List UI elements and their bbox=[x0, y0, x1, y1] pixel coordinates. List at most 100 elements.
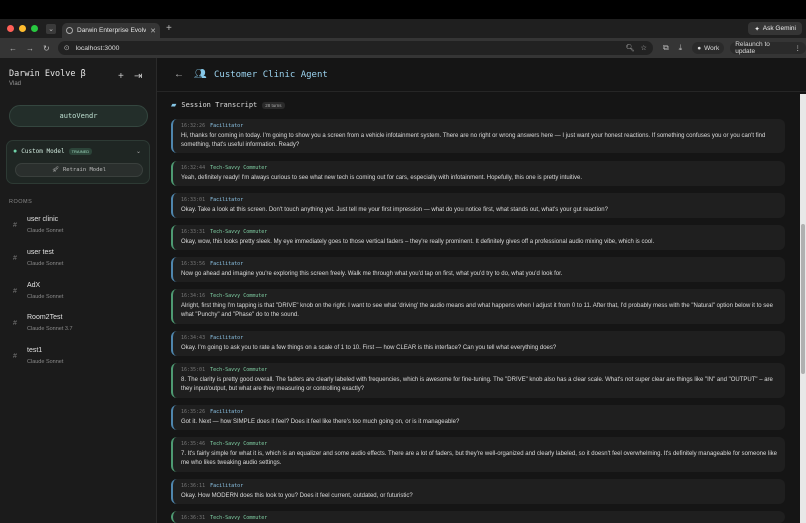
message-time: 16:35:01 bbox=[181, 367, 206, 373]
more-vertical-icon: ⋮ bbox=[794, 45, 802, 52]
ask-gemini-label: Ask Gemini bbox=[762, 25, 796, 32]
reload-icon[interactable]: ↻ bbox=[43, 44, 50, 53]
download-icon[interactable]: ⤓ bbox=[679, 43, 683, 53]
message-time: 16:36:31 bbox=[181, 515, 206, 521]
message-text: Okay. How MODERN does this look to you? … bbox=[181, 493, 413, 499]
message-speaker: Facilitator bbox=[210, 197, 244, 203]
profile-button[interactable]: ● Work bbox=[692, 42, 725, 54]
bookmark-star-icon[interactable]: ☆ bbox=[641, 44, 647, 52]
site-info-icon[interactable]: ⊙ bbox=[64, 44, 70, 52]
message-time: 16:34:43 bbox=[181, 335, 206, 341]
retrain-model-button[interactable]: 🚀︎ Retrain Model bbox=[15, 163, 143, 177]
message-speaker: Tech-Savvy Commuter bbox=[210, 229, 268, 235]
room-name: Room2Test bbox=[27, 314, 63, 321]
room-model: Claude Sonnet bbox=[27, 359, 64, 365]
message-text: Now go ahead and imagine you're explorin… bbox=[181, 271, 563, 277]
workspace-button[interactable]: autoVendr bbox=[9, 105, 148, 127]
hash-icon: # bbox=[13, 222, 17, 229]
transcript-header: ▰ Session Transcript 28 turns bbox=[171, 101, 285, 109]
message-text: Alright, first thing I'm tapping is that… bbox=[181, 303, 773, 319]
room-item[interactable]: # user clinic Claude Sonnet bbox=[0, 212, 156, 242]
message-speaker: Tech-Savvy Commuter bbox=[210, 515, 268, 521]
transcript-scrollbar[interactable] bbox=[800, 94, 806, 523]
room-name: user test bbox=[27, 249, 54, 256]
turns-badge: 28 turns bbox=[262, 101, 285, 109]
back-arrow-icon[interactable]: ← bbox=[9, 44, 17, 53]
message-text: Yeah, definitely ready! I'm always curio… bbox=[181, 175, 583, 181]
relaunch-label: Relaunch to update bbox=[735, 41, 770, 55]
message-speaker: Tech-Savvy Commuter bbox=[210, 367, 268, 373]
chat-bubble-icon: ▰ bbox=[171, 102, 177, 109]
scrollbar-thumb[interactable] bbox=[801, 224, 805, 374]
room-model: Claude Sonnet bbox=[27, 228, 64, 234]
message-time: 16:33:56 bbox=[181, 261, 206, 267]
screen-top-bar bbox=[0, 0, 806, 19]
agent-header: ← 👥︎ Customer Clinic Agent bbox=[157, 58, 806, 92]
relaunch-button[interactable]: Relaunch to update ⋮ bbox=[730, 41, 806, 55]
message-text: 8. The clarity is pretty good overall. T… bbox=[181, 377, 773, 393]
hash-icon: # bbox=[13, 288, 17, 295]
user-name: Vlad bbox=[9, 81, 22, 87]
room-item[interactable]: # Room2Test Claude Sonnet 3.7 bbox=[0, 310, 156, 340]
trained-badge: TRAINED bbox=[68, 148, 93, 155]
close-window-button[interactable] bbox=[7, 25, 14, 32]
message-time: 16:36:11 bbox=[181, 483, 206, 489]
room-item[interactable]: # user test Claude Sonnet bbox=[0, 245, 156, 275]
transcript-message: 16:34:16 Tech-Savvy Commuter Alright, fir… bbox=[171, 289, 785, 324]
browser-tab[interactable]: Darwin Enterprise Evolve β ✕ bbox=[62, 23, 160, 38]
group-icon: 👥︎ bbox=[194, 69, 207, 80]
transcript-title: Session Transcript bbox=[181, 101, 258, 109]
transcript-message: 16:34:43 Facilitator Okay. I'm going to a… bbox=[171, 331, 785, 356]
message-text: 7. It's fairly simple for what it is, wh… bbox=[181, 451, 778, 467]
transcript-message: 16:32:26 Facilitator Hi, thanks for comin… bbox=[171, 119, 785, 153]
transcript-message: 16:36:11 Facilitator Okay. How MODERN doe… bbox=[171, 479, 785, 504]
minimize-window-button[interactable] bbox=[19, 25, 26, 32]
profile-label: Work bbox=[704, 44, 720, 52]
chevron-down-icon[interactable]: ⌄ bbox=[136, 148, 141, 155]
transcript-message: 16:36:31 Tech-Savvy Commuter bbox=[171, 511, 785, 523]
url-input[interactable]: ⊙ localhost:3000 🔍︎ ☆ bbox=[57, 41, 653, 55]
hash-icon: # bbox=[13, 320, 17, 327]
window-controls bbox=[7, 25, 38, 32]
room-model: Claude Sonnet bbox=[27, 294, 64, 300]
transcript-message: 16:33:01 Facilitator Okay. Take a look at… bbox=[171, 193, 785, 218]
tab-search-chevron-icon[interactable]: ⌄ bbox=[46, 23, 56, 34]
extensions-icon[interactable]: ⧉ bbox=[663, 43, 669, 53]
room-item[interactable]: # AdX Claude Sonnet bbox=[0, 278, 156, 308]
message-text: Got it. Next — how SIMPLE does it feel? … bbox=[181, 419, 460, 425]
room-name: test1 bbox=[27, 347, 43, 354]
page-title: Customer Clinic Agent bbox=[214, 70, 328, 80]
message-time: 16:32:26 bbox=[181, 123, 206, 129]
transcript-message: 16:35:01 Tech-Savvy Commuter 8. The clari… bbox=[171, 363, 785, 398]
app-brand: Darwin Evolve β bbox=[9, 69, 86, 79]
room-item[interactable]: # test1 Claude Sonnet bbox=[0, 343, 156, 373]
custom-model-header[interactable]: ● Custom Model TRAINED bbox=[13, 148, 93, 155]
ask-gemini-button[interactable]: ✦ Ask Gemini bbox=[748, 22, 802, 35]
sidebar: Darwin Evolve β Vlad + ⇥ autoVendr ● Cus… bbox=[0, 58, 157, 523]
transcript-message: 16:33:31 Tech-Savvy Commuter Okay, wow, t… bbox=[171, 225, 785, 250]
transcript-message: 16:35:46 Tech-Savvy Commuter 7. It's fair… bbox=[171, 437, 785, 472]
browser-tab-strip: ⌄ Darwin Enterprise Evolve β ✕ + ✦ Ask G… bbox=[0, 19, 806, 38]
message-time: 16:33:01 bbox=[181, 197, 206, 203]
message-time: 16:32:44 bbox=[181, 165, 206, 171]
message-speaker: Facilitator bbox=[210, 483, 244, 489]
transcript-message: 16:32:44 Tech-Savvy Commuter Yeah, defini… bbox=[171, 161, 785, 186]
tab-title: Darwin Enterprise Evolve β bbox=[77, 27, 147, 34]
zoom-icon[interactable]: 🔍︎ bbox=[626, 44, 635, 52]
add-icon[interactable]: + bbox=[118, 71, 124, 82]
room-model: Claude Sonnet bbox=[27, 261, 64, 267]
message-text: Okay, wow, this looks pretty sleek. My e… bbox=[181, 239, 655, 245]
message-time: 16:33:31 bbox=[181, 229, 206, 235]
new-tab-icon[interactable]: + bbox=[166, 23, 172, 34]
message-speaker: Tech-Savvy Commuter bbox=[210, 165, 268, 171]
maximize-window-button[interactable] bbox=[31, 25, 38, 32]
message-time: 16:34:16 bbox=[181, 293, 206, 299]
logout-icon[interactable]: ⇥ bbox=[134, 71, 142, 82]
transcript-message: 16:35:26 Facilitator Got it. Next — how S… bbox=[171, 405, 785, 430]
rocket-icon: 🚀︎ bbox=[51, 167, 59, 173]
forward-arrow-icon[interactable]: → bbox=[26, 44, 34, 53]
message-time: 16:35:26 bbox=[181, 409, 206, 415]
close-tab-icon[interactable]: ✕ bbox=[150, 27, 156, 35]
sparkle-icon: ✦ bbox=[754, 25, 760, 33]
back-arrow-icon[interactable]: ← bbox=[174, 69, 184, 80]
